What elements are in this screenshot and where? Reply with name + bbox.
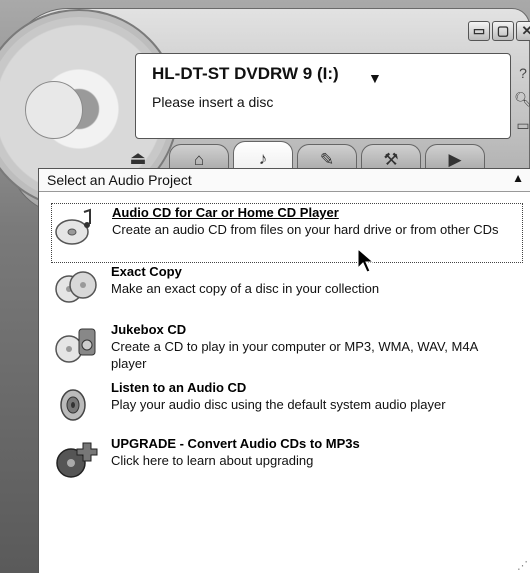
- project-item-title: UPGRADE - Convert Audio CDs to MP3s: [111, 436, 360, 451]
- project-item-title: Exact Copy: [111, 264, 182, 279]
- camera-icon: ▶: [448, 150, 462, 169]
- project-item-listen[interactable]: Listen to an Audio CD Play your audio di…: [51, 379, 521, 431]
- folder-icon[interactable]: ▭: [514, 116, 530, 134]
- home-icon: ⌂: [193, 150, 205, 169]
- panel-header: Select an Audio Project ▲: [39, 169, 530, 192]
- jukebox-cd-icon: [55, 328, 96, 363]
- minimize-button[interactable]: ▭: [468, 21, 490, 41]
- window-controls: ▭ ▢ ✕: [468, 21, 530, 41]
- app-window: HL-DT-ST DVDRW 9 (I:) ▼ Please insert a …: [0, 0, 530, 573]
- collapse-arrow-icon[interactable]: ▲: [512, 171, 524, 185]
- audio-cd-icon: [55, 208, 91, 245]
- project-item-exact-copy[interactable]: Exact Copy Make an exact copy of a disc …: [51, 263, 521, 317]
- project-item-desc: Click here to learn about upgrading: [111, 453, 314, 468]
- project-item-jukebox[interactable]: Jukebox CD Create a CD to play in your c…: [51, 321, 521, 379]
- project-item-desc: Make an exact copy of a disc in your col…: [111, 281, 380, 296]
- project-item-upgrade[interactable]: UPGRADE - Convert Audio CDs to MP3s Clic…: [51, 435, 521, 491]
- disc-hub: [25, 81, 83, 139]
- search-icon[interactable]: 🔍︎: [514, 90, 530, 108]
- drive-dropdown-arrow-icon[interactable]: ▼: [368, 70, 382, 86]
- project-item-desc: Play your audio disc using the default s…: [111, 397, 446, 412]
- project-item-title: Listen to an Audio CD: [111, 380, 247, 395]
- close-button[interactable]: ✕: [516, 21, 530, 41]
- speaker-icon: [60, 389, 86, 421]
- music-note-icon: ♪: [258, 149, 268, 168]
- project-item-desc: Create an audio CD from files on your ha…: [112, 222, 499, 237]
- drive-panel: HL-DT-ST DVDRW 9 (I:) ▼ Please insert a …: [135, 53, 511, 139]
- project-item-title: Audio CD for Car or Home CD Player: [112, 205, 339, 220]
- project-panel: Select an Audio Project ▲ Audio CD for C…: [38, 168, 530, 573]
- copy-disc-icon: [55, 271, 97, 303]
- drive-selector[interactable]: HL-DT-ST DVDRW 9 (I:): [152, 64, 339, 84]
- maximize-button[interactable]: ▢: [492, 21, 514, 41]
- resize-grip-icon[interactable]: ⋰: [517, 559, 528, 572]
- document-icon: ✎: [319, 150, 335, 169]
- help-icon[interactable]: ?: [514, 64, 530, 82]
- panel-title: Select an Audio Project: [47, 172, 192, 188]
- side-toolbar: ? 🔍︎ ▭: [514, 64, 530, 134]
- project-item-audio-cd[interactable]: Audio CD for Car or Home CD Player Creat…: [51, 203, 523, 263]
- upgrade-icon: [56, 442, 98, 478]
- tools-icon: ⚒: [383, 150, 399, 169]
- eject-icon[interactable]: ⏏: [127, 147, 149, 169]
- project-item-title: Jukebox CD: [111, 322, 187, 337]
- mouse-pointer-icon: [357, 248, 375, 273]
- drive-status: Please insert a disc: [152, 94, 274, 110]
- project-item-desc: Create a CD to play in your computer or …: [111, 339, 478, 371]
